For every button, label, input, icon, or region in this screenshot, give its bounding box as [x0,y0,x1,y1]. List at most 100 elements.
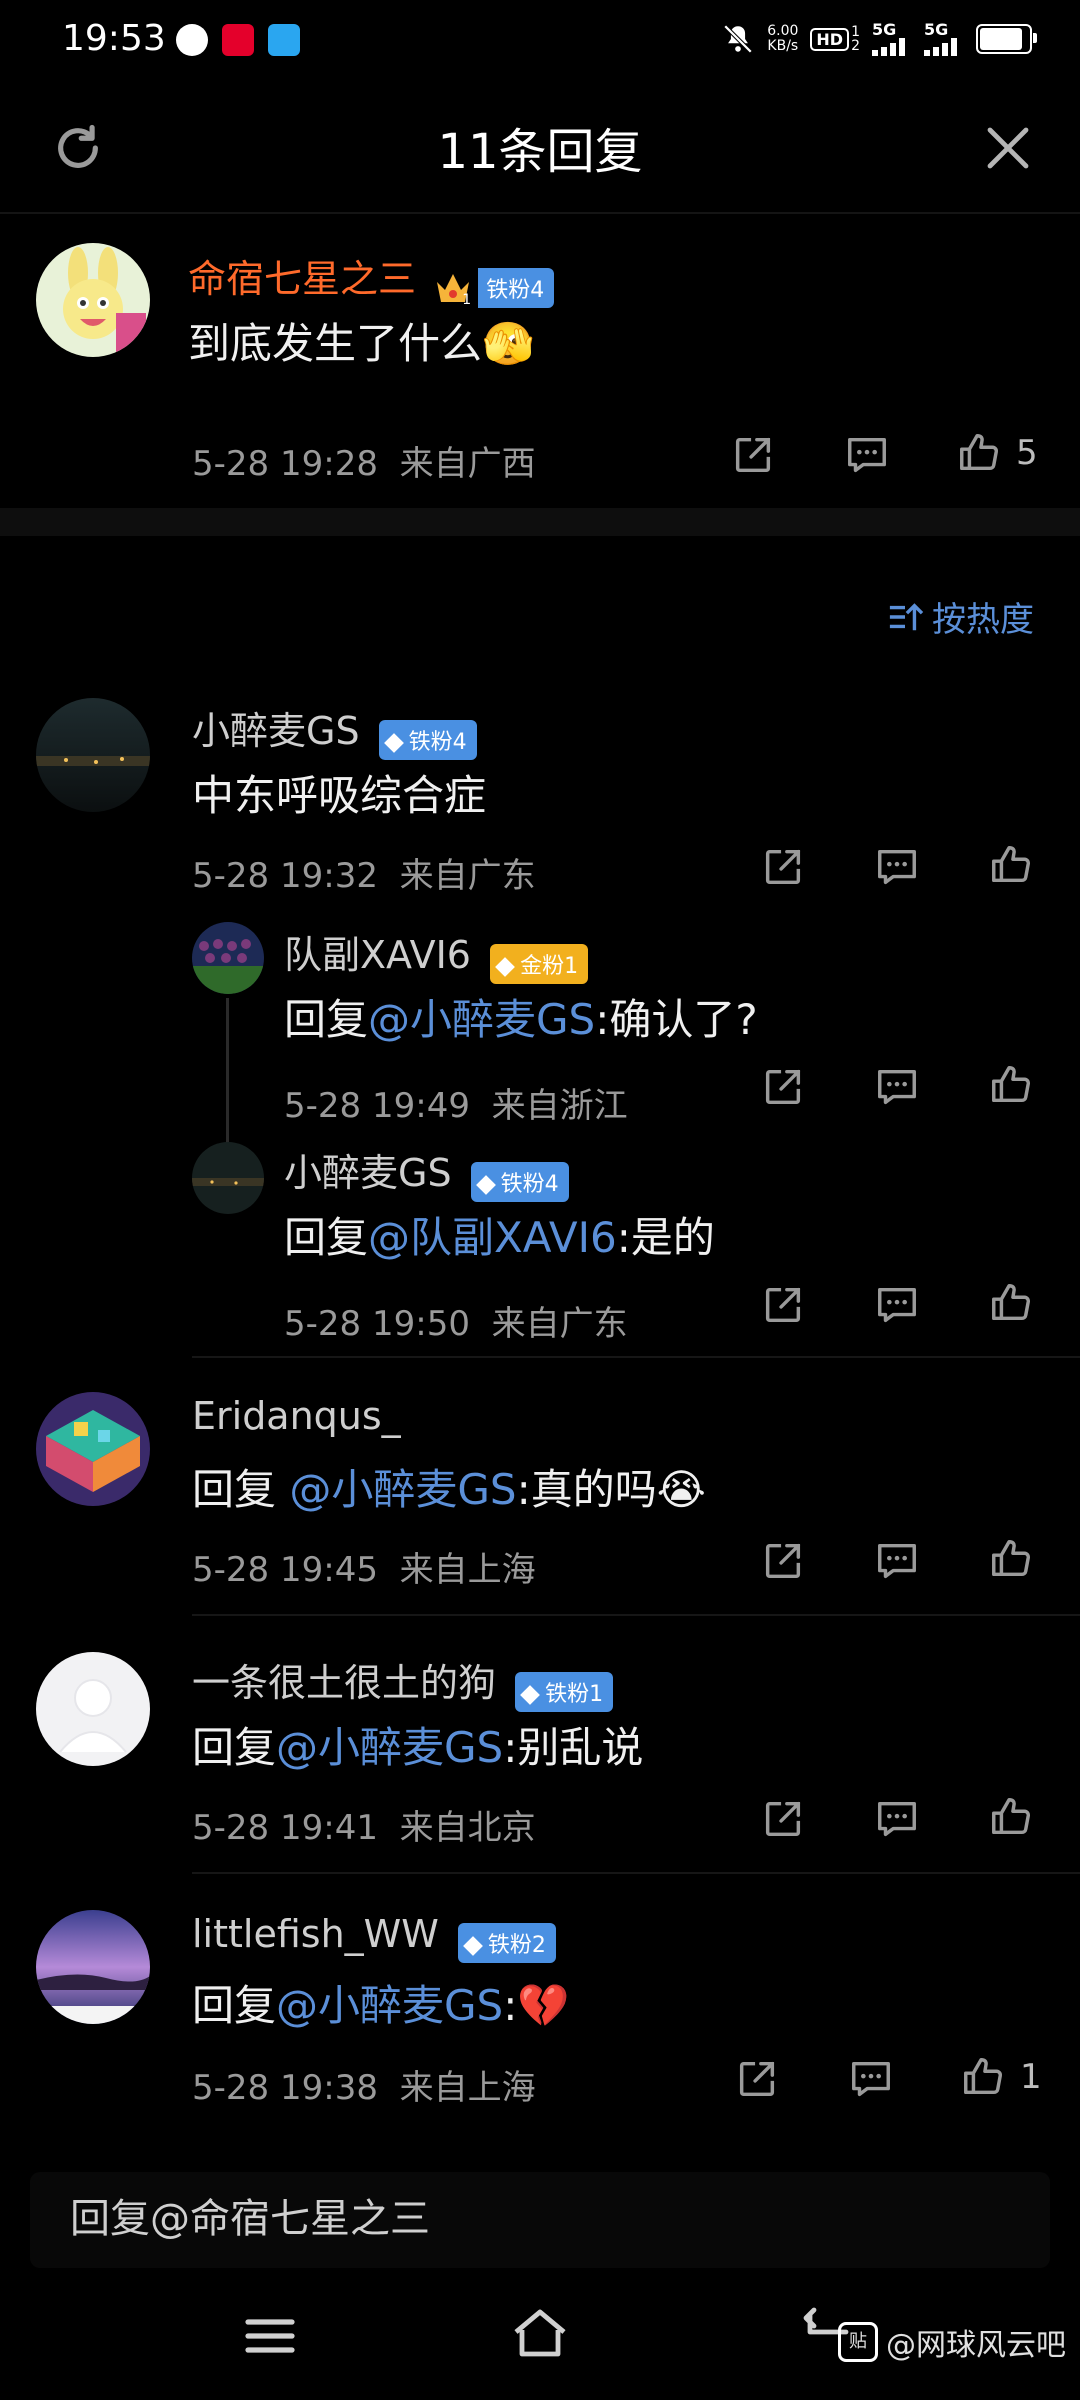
avatar[interactable] [36,243,150,357]
sub-reply-header: 队副XAVI6 金粉1 [284,924,589,984]
thumbs-up-icon [992,1066,1030,1103]
thumbs-up-icon [992,1540,1030,1577]
share-button[interactable] [760,1538,806,1584]
like-button[interactable]: 5 [956,430,1038,476]
reply-button[interactable] [874,1796,920,1842]
peeking-emoji: 🫣 [482,319,535,368]
share-button[interactable] [760,1796,806,1842]
menu-nav-button[interactable] [244,2314,296,2358]
reply-text: 中东呼吸综合症 [192,771,487,820]
fan-badge: 铁粉2 [457,1922,556,1963]
section-divider [0,508,1080,536]
username[interactable]: 队副XAVI6 [284,933,471,977]
username[interactable]: 一条很土很土的狗 [192,1661,496,1705]
like-button[interactable] [988,1062,1034,1108]
reply-button[interactable] [874,1282,920,1328]
status-time: 19:53 [62,18,166,59]
reply-button[interactable] [848,2056,894,2102]
like-button[interactable] [988,1794,1034,1840]
status-app-icons [176,24,300,56]
username[interactable]: 小醉麦GS [192,709,360,753]
avatar[interactable] [36,1910,150,2024]
signal-1: 5G [872,22,912,56]
reply-header: Eridanqus_ [192,1394,401,1438]
reply-meta: 5-28 19:45 来自上海 [192,1550,536,1590]
share-button[interactable] [734,2056,780,2102]
close-button[interactable] [984,124,1032,172]
home-icon [514,2309,566,2357]
username[interactable]: Eridanqus_ [192,1394,401,1438]
reply-input-placeholder: 回复@命宿七星之三 [70,2196,430,2242]
broken-heart-emoji: 💔 [517,1981,570,2030]
sub-reply-meta: 5-28 19:50 来自广东 [284,1304,628,1344]
reply-text: 回复@小醉麦GS:别乱说 [192,1723,644,1772]
comment-text: 到底发生了什么🫣 [188,319,535,368]
like-button[interactable] [988,1536,1034,1582]
like-count: 5 [1016,433,1038,473]
mention-link[interactable]: @小醉麦GS [289,1465,516,1514]
mention-link[interactable]: @小醉麦GS [368,995,595,1044]
page-title: 11条回复 [437,124,643,180]
mention-link[interactable]: @小醉麦GS [276,1981,503,2030]
like-button[interactable] [988,1280,1034,1326]
avatar[interactable] [36,698,150,812]
reply-button[interactable] [844,432,890,478]
comment-icon [878,1069,916,1105]
share-button[interactable] [730,432,776,478]
comment-icon [878,849,916,885]
city-night-avatar-icon [36,698,150,812]
thumbs-up-icon [960,434,998,471]
share-button[interactable] [760,1064,806,1110]
crying-emoji: 😭 [656,1465,706,1514]
sunset-sea-avatar-icon [36,1910,150,2024]
username[interactable]: 小醉麦GS [284,1151,452,1195]
home-nav-button[interactable] [510,2306,570,2360]
like-count: 1 [1020,2057,1042,2097]
comment-icon [878,1543,916,1579]
mention-link[interactable]: @队副XAVI6 [368,1213,617,1262]
reply-header: 小醉麦GS 铁粉4 [192,700,477,760]
reply-divider [192,1614,1080,1616]
thumbs-up-icon [992,846,1030,883]
reply-meta: 5-28 19:41 来自北京 [192,1808,536,1848]
thread-line [226,998,229,1160]
like-button[interactable]: 1 [960,2054,1042,2100]
mention-link[interactable]: @小醉麦GS [276,1723,503,1772]
username[interactable]: littlefish_WW [192,1912,439,1956]
reply-text: 回复 @小醉麦GS:真的吗😭 [192,1465,706,1514]
default-user-avatar-icon [36,1652,150,1766]
username[interactable]: 命宿七星之三 [188,257,416,301]
share-icon [765,1543,801,1579]
sort-icon [889,602,924,630]
city-night-avatar-icon [192,1142,264,1214]
avatar[interactable] [36,1392,150,1506]
thumbs-up-icon [992,1284,1030,1321]
fan-badge: 铁粉4 [378,719,477,760]
close-icon [987,127,1029,169]
avatar[interactable] [192,1142,264,1214]
like-button[interactable] [988,842,1034,888]
header-divider [0,212,1080,214]
status-right: 6.00 KB/s HD 12 5G 5G [721,22,1037,56]
reply-meta: 5-28 19:38 来自上海 [192,2068,536,2108]
sort-button[interactable]: 按热度 [886,592,1034,641]
comment-meta: 5-28 19:28 来自广西 [192,444,536,484]
reply-button[interactable] [874,844,920,890]
reply-button[interactable] [874,1538,920,1584]
signal-2: 5G [924,22,964,56]
reply-button[interactable] [874,1064,920,1110]
menu-icon [245,2319,295,2353]
share-button[interactable] [760,1282,806,1328]
comment-header: 命宿七星之三 1 铁粉4 [188,248,555,308]
avatar[interactable] [36,1652,150,1766]
app-notification-icon [176,24,208,56]
fan-badge: 金粉1 [490,943,589,984]
comment-icon [878,1801,916,1837]
reply-header: 一条很土很土的狗 铁粉1 [192,1652,614,1712]
thumbs-up-icon [964,2058,1002,2095]
avatar[interactable] [192,922,264,994]
share-button[interactable] [760,844,806,890]
sub-reply-header: 小醉麦GS 铁粉4 [284,1142,569,1202]
reply-text: 回复@小醉麦GS:💔 [192,1981,570,2030]
isometric-city-avatar-icon [36,1392,150,1506]
